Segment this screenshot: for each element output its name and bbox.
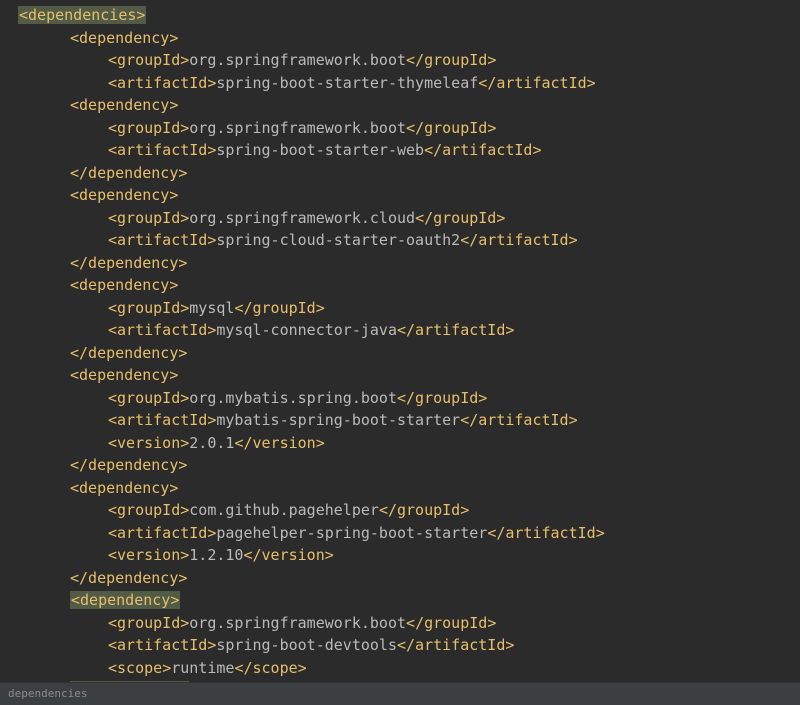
xml-tag: dependencies	[28, 6, 136, 24]
xml-tag: /groupId	[406, 389, 478, 407]
code-line[interactable]: <dependency>	[0, 477, 800, 500]
xml-text: org.springframework.boot	[189, 614, 406, 632]
code-line[interactable]: <groupId>org.springframework.boot</group…	[0, 117, 800, 140]
xml-tag: groupId	[117, 299, 180, 317]
code-line[interactable]: <dependencies>	[0, 4, 800, 27]
xml-tag: artifactId	[117, 321, 207, 339]
xml-tag: /groupId	[415, 119, 487, 137]
xml-tag: /artifactId	[406, 636, 505, 654]
xml-text: org.springframework.cloud	[189, 209, 415, 227]
code-line[interactable]: <artifactId>mysql-connector-java</artifa…	[0, 319, 800, 342]
xml-tag: version	[117, 546, 180, 564]
code-line[interactable]: <artifactId>spring-cloud-starter-oauth2<…	[0, 229, 800, 252]
xml-text: org.mybatis.spring.boot	[189, 389, 397, 407]
code-line[interactable]: <dependency>	[0, 364, 800, 387]
xml-tag: /artifactId	[496, 524, 595, 542]
xml-text: 2.0.1	[189, 434, 234, 452]
code-line[interactable]: <version>1.2.10</version>	[0, 544, 800, 567]
xml-tag: groupId	[117, 389, 180, 407]
xml-tag: /artifactId	[433, 141, 532, 159]
xml-tag: artifactId	[117, 74, 207, 92]
code-line[interactable]: <groupId>org.springframework.boot</group…	[0, 49, 800, 72]
code-editor[interactable]: <dependencies> <dependency> <groupId>org…	[0, 0, 800, 702]
xml-tag: dependency	[79, 186, 169, 204]
xml-tag: groupId	[117, 501, 180, 519]
xml-tag: artifactId	[117, 636, 207, 654]
xml-tag: /version	[253, 546, 325, 564]
code-line[interactable]: <artifactId>mybatis-spring-boot-starter<…	[0, 409, 800, 432]
xml-text: pagehelper-spring-boot-starter	[216, 524, 487, 542]
breadcrumb-item[interactable]: dependencies	[8, 687, 87, 700]
xml-tag: /artifactId	[406, 321, 505, 339]
code-line[interactable]: <groupId>com.github.pagehelper</groupId>	[0, 499, 800, 522]
xml-tag: /version	[243, 434, 315, 452]
xml-text: spring-boot-starter-web	[216, 141, 424, 159]
xml-tag: /artifactId	[469, 411, 568, 429]
xml-text: spring-cloud-starter-oauth2	[216, 231, 460, 249]
code-line[interactable]: <groupId>org.springframework.boot</group…	[0, 612, 800, 635]
code-line[interactable]: <version>2.0.1</version>	[0, 432, 800, 455]
xml-tag: artifactId	[117, 141, 207, 159]
xml-tag: scope	[117, 659, 162, 677]
xml-text: mysql-connector-java	[216, 321, 397, 339]
xml-tag: /dependency	[79, 344, 178, 362]
breadcrumb[interactable]: dependencies	[0, 682, 800, 705]
code-line[interactable]: <dependency>	[0, 589, 800, 612]
xml-tag: dependency	[79, 96, 169, 114]
xml-tag: /groupId	[388, 501, 460, 519]
code-line[interactable]: </dependency>	[0, 252, 800, 275]
xml-tag: groupId	[117, 119, 180, 137]
xml-tag: groupId	[117, 51, 180, 69]
xml-text: spring-boot-devtools	[216, 636, 397, 654]
xml-tag: artifactId	[117, 231, 207, 249]
code-line[interactable]: </dependency>	[0, 567, 800, 590]
xml-text: com.github.pagehelper	[189, 501, 379, 519]
xml-tag: dependency	[80, 591, 170, 609]
xml-tag: /artifactId	[487, 74, 586, 92]
code-line[interactable]: </dependency>	[0, 454, 800, 477]
xml-tag: /dependency	[79, 569, 178, 587]
xml-text: mybatis-spring-boot-starter	[216, 411, 460, 429]
code-line[interactable]: <artifactId>spring-boot-starter-web</art…	[0, 139, 800, 162]
xml-tag: /groupId	[243, 299, 315, 317]
xml-tag: /artifactId	[469, 231, 568, 249]
xml-tag: dependency	[79, 479, 169, 497]
xml-text: runtime	[171, 659, 234, 677]
xml-tag: groupId	[117, 614, 180, 632]
xml-tag: dependency	[79, 366, 169, 384]
xml-tag: /groupId	[424, 209, 496, 227]
xml-tag: /groupId	[415, 51, 487, 69]
code-line[interactable]: <dependency>	[0, 184, 800, 207]
xml-tag: dependency	[79, 276, 169, 294]
code-line[interactable]: <dependency>	[0, 27, 800, 50]
xml-tag: version	[117, 434, 180, 452]
xml-text: org.springframework.boot	[189, 51, 406, 69]
code-line[interactable]: <groupId>mysql</groupId>	[0, 297, 800, 320]
xml-tag: groupId	[117, 209, 180, 227]
xml-tag: /dependency	[79, 456, 178, 474]
code-line[interactable]: <artifactId>spring-boot-devtools</artifa…	[0, 634, 800, 657]
xml-text: org.springframework.boot	[189, 119, 406, 137]
code-line[interactable]: </dependency>	[0, 162, 800, 185]
xml-tag: dependency	[79, 29, 169, 47]
xml-tag: /dependency	[79, 164, 178, 182]
code-line[interactable]: </dependency>	[0, 342, 800, 365]
xml-text: mysql	[189, 299, 234, 317]
code-line[interactable]: <scope>runtime</scope>	[0, 657, 800, 680]
xml-tag: /groupId	[415, 614, 487, 632]
xml-tag: /dependency	[79, 254, 178, 272]
xml-tag: /scope	[243, 659, 297, 677]
code-line[interactable]: <groupId>org.mybatis.spring.boot</groupI…	[0, 387, 800, 410]
code-line[interactable]: <artifactId>spring-boot-starter-thymelea…	[0, 72, 800, 95]
code-line[interactable]: <dependency>	[0, 94, 800, 117]
code-line[interactable]: <groupId>org.springframework.cloud</grou…	[0, 207, 800, 230]
xml-tag: artifactId	[117, 411, 207, 429]
code-line[interactable]: <artifactId>pagehelper-spring-boot-start…	[0, 522, 800, 545]
code-line[interactable]: <dependency>	[0, 274, 800, 297]
xml-text: spring-boot-starter-thymeleaf	[216, 74, 478, 92]
xml-text: 1.2.10	[189, 546, 243, 564]
xml-tag: artifactId	[117, 524, 207, 542]
